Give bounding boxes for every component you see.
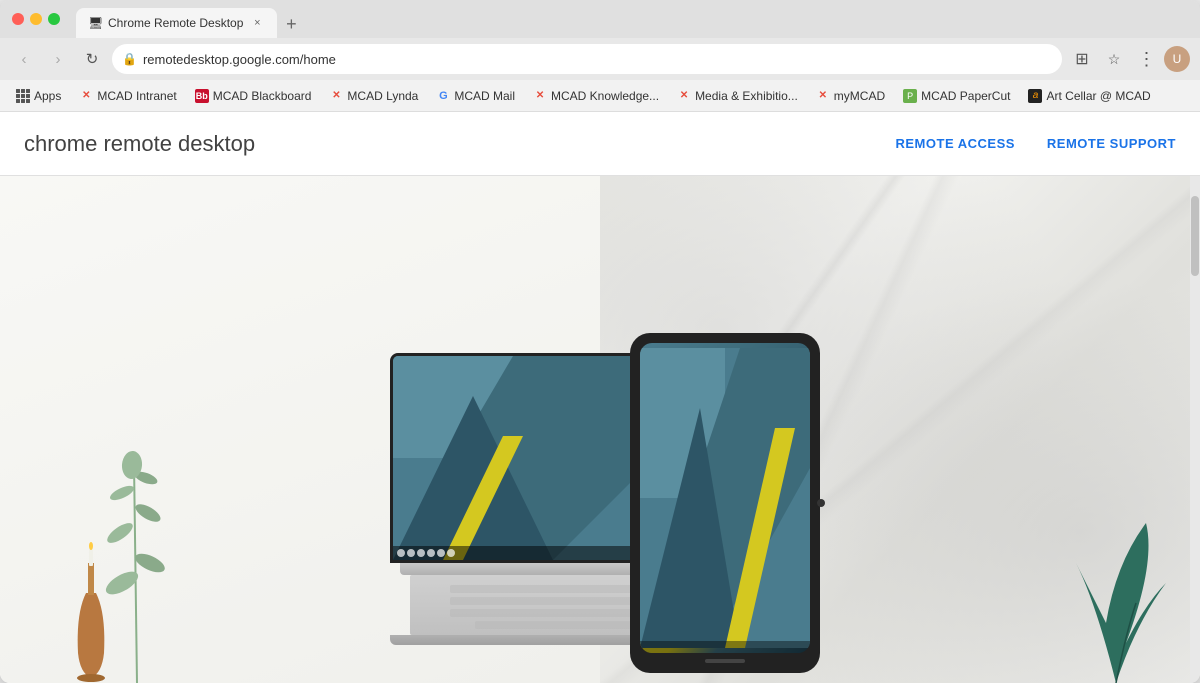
taskbar-icon-4 (427, 549, 435, 557)
refresh-icon: ↻ (86, 50, 99, 68)
bookmark-art-cellar[interactable]: a Art Cellar @ MCAD (1020, 86, 1158, 106)
refresh-button[interactable]: ↻ (78, 45, 106, 73)
taskbar-icon-3 (417, 549, 425, 557)
new-tab-button[interactable]: + (277, 10, 305, 38)
bookmark-knowledge-icon: ✕ (533, 89, 547, 103)
taskbar-icon-5 (437, 549, 445, 557)
lock-icon: 🔒 (122, 52, 137, 66)
bookmark-apps[interactable]: Apps (8, 86, 69, 106)
hero-section (0, 176, 1200, 683)
page-scrollbar[interactable] (1190, 176, 1200, 683)
bookmark-papercut-label: MCAD PaperCut (921, 89, 1010, 103)
nav-bar: ‹ › ↻ 🔒 remotedesktop.google.com/home ⊞ … (0, 38, 1200, 80)
bookmark-mcad-intranet-label: MCAD Intranet (97, 89, 176, 103)
back-button[interactable]: ‹ (10, 45, 38, 73)
crd-nav-buttons: REMOTE ACCESS REMOTE SUPPORT (896, 136, 1177, 151)
bookmark-blackboard-label: MCAD Blackboard (213, 89, 312, 103)
apps-grid-icon (16, 89, 30, 103)
vase-decoration (66, 533, 116, 683)
avatar-image: U (1173, 52, 1182, 66)
bookmark-mymcad-label: myMCAD (834, 89, 885, 103)
menu-icon: ⋮ (1138, 49, 1155, 70)
star-icon: ☆ (1108, 51, 1121, 68)
minimize-button[interactable] (30, 13, 42, 25)
phone-camera (817, 499, 825, 507)
bookmark-lynda-label: MCAD Lynda (347, 89, 418, 103)
bookmark-papercut-icon: P (903, 89, 917, 103)
taskbar-icon-1 (397, 549, 405, 557)
bookmark-media-icon: ✕ (677, 89, 691, 103)
remote-support-button[interactable]: REMOTE SUPPORT (1047, 136, 1176, 151)
browser-window: 🖥 Chrome Remote Desktop × + ‹ › ↻ 🔒 remo… (0, 0, 1200, 683)
bookmark-knowledge[interactable]: ✕ MCAD Knowledge... (525, 86, 667, 106)
menu-button[interactable]: ⋮ (1132, 45, 1160, 73)
page-content: chrome remote desktop REMOTE ACCESS REMO… (0, 112, 1200, 683)
taskbar-icon-6 (447, 549, 455, 557)
tabs-area: 🖥 Chrome Remote Desktop × + (76, 0, 1188, 38)
maximize-button[interactable] (48, 13, 60, 25)
teal-leaf-decoration (1056, 523, 1176, 683)
bookmark-button[interactable]: ☆ (1100, 45, 1128, 73)
bookmark-lynda[interactable]: ✕ MCAD Lynda (321, 86, 426, 106)
tab-title: Chrome Remote Desktop (108, 16, 243, 30)
phone-screen (640, 343, 810, 653)
phone-mockup (630, 333, 820, 673)
user-avatar[interactable]: U (1164, 46, 1190, 72)
bookmark-papercut[interactable]: P MCAD PaperCut (895, 86, 1018, 106)
bookmark-blackboard-icon: Bb (195, 89, 209, 103)
bookmark-knowledge-label: MCAD Knowledge... (551, 89, 659, 103)
crd-logo: chrome remote desktop (24, 131, 255, 157)
bookmark-mymcad[interactable]: ✕ myMCAD (808, 86, 893, 106)
title-bar: 🖥 Chrome Remote Desktop × + (0, 0, 1200, 38)
bookmark-apps-label: Apps (34, 89, 61, 103)
bookmarks-bar: Apps ✕ MCAD Intranet Bb MCAD Blackboard … (0, 80, 1200, 112)
phone-status-bar (640, 641, 810, 653)
bookmark-mcad-mail[interactable]: G MCAD Mail (428, 86, 523, 106)
back-icon: ‹ (22, 51, 27, 68)
bookmark-blackboard[interactable]: Bb MCAD Blackboard (187, 86, 320, 106)
bookmark-mail-icon: G (436, 89, 450, 103)
close-button[interactable] (12, 13, 24, 25)
active-tab[interactable]: 🖥 Chrome Remote Desktop × (76, 8, 277, 38)
tab-favicon: 🖥 (88, 16, 102, 30)
url-text: remotedesktop.google.com/home (143, 52, 1052, 67)
crd-header: chrome remote desktop REMOTE ACCESS REMO… (0, 112, 1200, 176)
bookmark-art-cellar-icon: a (1028, 89, 1042, 103)
bookmark-mymcad-icon: ✕ (816, 89, 830, 103)
forward-button[interactable]: › (44, 45, 72, 73)
bookmark-mcad-intranet[interactable]: ✕ MCAD Intranet (71, 86, 184, 106)
extensions-button[interactable]: ⊞ (1068, 45, 1096, 73)
remote-access-button[interactable]: REMOTE ACCESS (896, 136, 1015, 151)
forward-icon: › (56, 51, 61, 68)
nav-right-buttons: ⊞ ☆ ⋮ U (1068, 45, 1190, 73)
bookmark-mail-label: MCAD Mail (454, 89, 515, 103)
traffic-lights (12, 13, 60, 25)
phone-screen-graphic (640, 343, 810, 653)
bookmark-lynda-icon: ✕ (329, 89, 343, 103)
bookmark-art-cellar-label: Art Cellar @ MCAD (1046, 89, 1150, 103)
taskbar-icon-2 (407, 549, 415, 557)
devices-container (370, 333, 830, 683)
bookmark-media-label: Media & Exhibitio... (695, 89, 798, 103)
extensions-icon: ⊞ (1075, 49, 1088, 69)
phone-screen-content (640, 343, 810, 653)
phone-home-button (705, 659, 745, 663)
tab-close-button[interactable]: × (249, 15, 265, 31)
bookmark-mcad-intranet-icon: ✕ (79, 89, 93, 103)
address-bar[interactable]: 🔒 remotedesktop.google.com/home (112, 44, 1062, 74)
scrollbar-thumb[interactable] (1191, 196, 1199, 276)
bookmark-media[interactable]: ✕ Media & Exhibitio... (669, 86, 806, 106)
